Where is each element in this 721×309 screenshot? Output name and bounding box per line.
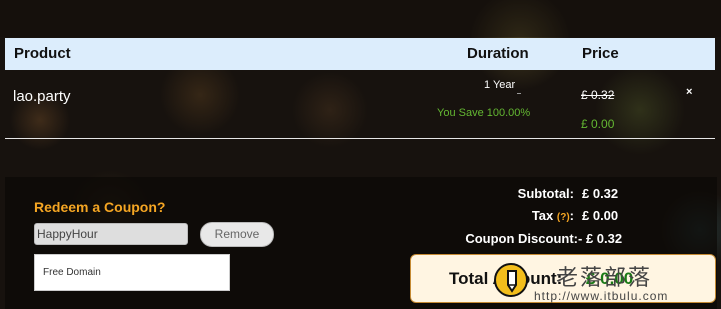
price-column-header: Price bbox=[582, 45, 619, 62]
coupon-suggestions-dropdown: Free Domain bbox=[34, 254, 230, 291]
watermark-text: 老落部落 bbox=[556, 265, 653, 290]
tax-row: Tax (?): £ 0.00 bbox=[0, 208, 721, 226]
cart-row: lao.party 1 Year You Save 100.00% £ 0.32… bbox=[5, 72, 715, 138]
watermark-url: http://www.itbulu.com bbox=[534, 289, 669, 303]
discounted-price: £ 0.00 bbox=[581, 117, 615, 131]
duration-column-header: Duration bbox=[467, 45, 529, 62]
coupon-option-free-domain[interactable]: Free Domain bbox=[43, 267, 101, 278]
coupon-discount-row: Coupon Discount: - £ 0.32 bbox=[0, 231, 721, 249]
page-top-background bbox=[0, 0, 721, 37]
coupon-discount-label: Coupon Discount: bbox=[465, 231, 578, 246]
tax-colon: : bbox=[569, 208, 574, 223]
product-name: lao.party bbox=[13, 88, 71, 105]
duration-select[interactable]: 1 Year bbox=[484, 79, 521, 94]
coupon-discount-value: - £ 0.32 bbox=[578, 231, 623, 246]
tax-label: Tax bbox=[531, 208, 554, 223]
tax-value: £ 0.00 bbox=[582, 208, 619, 223]
savings-text: You Save 100.00% bbox=[437, 107, 531, 119]
subtotal-value: £ 0.32 bbox=[582, 186, 619, 201]
remove-item-icon[interactable]: × bbox=[686, 86, 692, 98]
tax-help-link[interactable]: (?) bbox=[557, 212, 570, 223]
pencil-icon bbox=[494, 263, 528, 297]
tax-label-group: Tax (?): bbox=[532, 208, 574, 223]
subtotal-label: Subtotal: bbox=[517, 186, 574, 201]
original-price: £ 0.32 bbox=[581, 88, 615, 102]
subtotal-row: Subtotal: £ 0.32 bbox=[0, 186, 721, 204]
cart-table-header: Product Duration Price bbox=[5, 38, 715, 70]
product-column-header: Product bbox=[14, 45, 71, 62]
row-divider bbox=[5, 138, 715, 139]
